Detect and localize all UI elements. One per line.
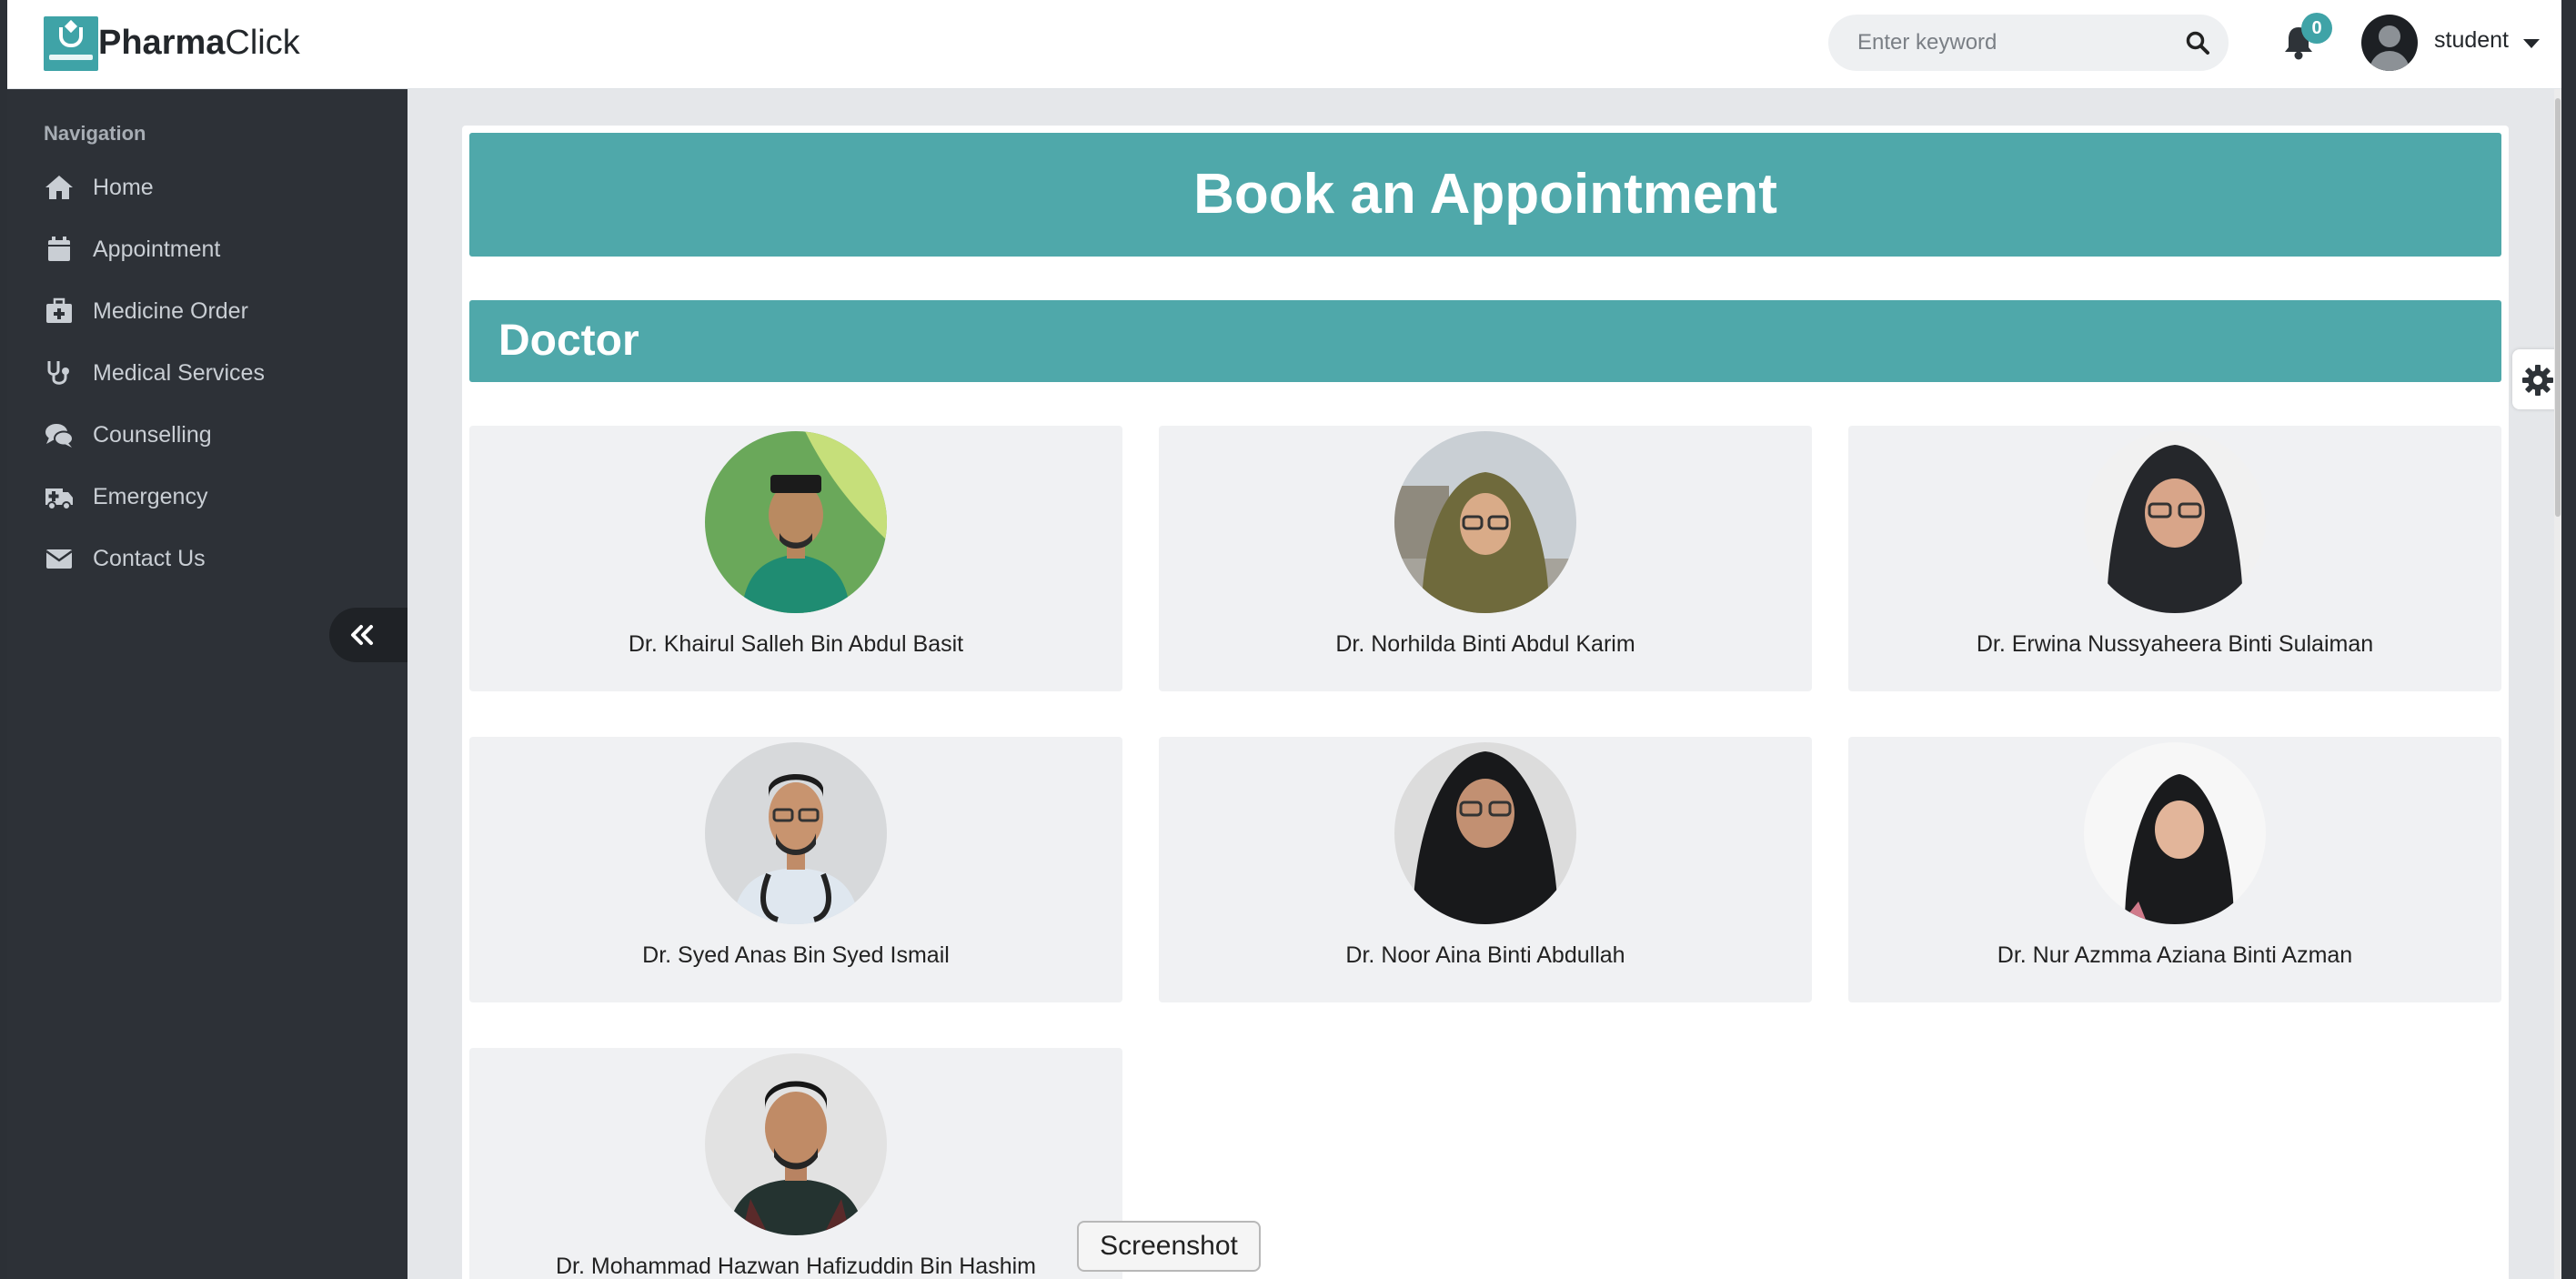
gear-icon <box>2522 365 2553 396</box>
doctor-photo[interactable] <box>1394 431 1576 613</box>
doctor-name: Dr. Syed Anas Bin Syed Ismail <box>642 942 950 968</box>
brand-name-bold: Pharma <box>98 24 226 62</box>
doctor-photo[interactable] <box>2084 431 2266 613</box>
sidebar-item-emergency[interactable]: Emergency <box>7 468 408 526</box>
avatar[interactable] <box>2361 15 2418 71</box>
doctor-name: Dr. Norhilda Binti Abdul Karim <box>1335 631 1635 657</box>
page-scrollbar[interactable] <box>2554 89 2561 1279</box>
doctor-photo[interactable] <box>705 742 887 924</box>
double-chevron-left-icon <box>351 625 373 645</box>
doctor-photo[interactable] <box>2084 742 2266 924</box>
doctor-card[interactable]: Dr. Syed Anas Bin Syed Ismail <box>469 737 1122 1002</box>
doctor-photo[interactable] <box>705 431 887 613</box>
sidebar-item-label: Counselling <box>93 421 212 448</box>
search-box <box>1828 15 2229 71</box>
sidebar-item-appointment[interactable]: Appointment <box>7 220 408 278</box>
stethoscope-icon <box>47 361 69 385</box>
sidebar: Navigation Home Appointment Medicine Ord… <box>7 89 408 1279</box>
doctor-card[interactable]: Dr. Khairul Salleh Bin Abdul Basit <box>469 426 1122 691</box>
doctor-card[interactable]: Dr. Mohammad Hazwan Hafizuddin Bin Hashi… <box>469 1048 1122 1279</box>
doctor-card[interactable]: Dr. Erwina Nussyaheera Binti Sulaiman <box>1848 426 2501 691</box>
home-icon <box>45 176 73 199</box>
sidebar-collapse-button[interactable] <box>329 608 408 662</box>
sidebar-item-label: Emergency <box>93 483 208 509</box>
user-menu-name[interactable]: student <box>2434 27 2509 54</box>
doctor-card[interactable]: Dr. Nur Azmma Aziana Binti Azman <box>1848 737 2501 1002</box>
doctor-card[interactable]: Dr. Norhilda Binti Abdul Karim <box>1159 426 1812 691</box>
brand-name-rest: Click <box>225 24 300 62</box>
top-header: PharmaClick 0 student <box>7 0 2561 89</box>
sidebar-item-counselling[interactable]: Counselling <box>7 406 408 464</box>
doctor-name: Dr. Mohammad Hazwan Hafizuddin Bin Hashi… <box>556 1254 1036 1279</box>
scrollbar-thumb[interactable] <box>2555 98 2561 517</box>
medical-kit-icon <box>46 297 72 323</box>
chat-icon <box>45 424 74 448</box>
sidebar-item-home[interactable]: Home <box>7 158 408 217</box>
notification-badge[interactable]: 0 <box>2301 13 2332 44</box>
doctor-name: Dr. Nur Azmma Aziana Binti Azman <box>1997 942 2353 968</box>
main-content: Book an Appointment Doctor Dr. Khairul S… <box>462 126 2509 1279</box>
screenshot-button[interactable]: Screenshot <box>1077 1221 1261 1272</box>
sidebar-item-label: Medical Services <box>93 359 265 386</box>
nav-heading: Navigation <box>44 122 146 145</box>
sidebar-item-contact-us[interactable]: Contact Us <box>7 529 408 588</box>
search-input[interactable] <box>1857 25 2167 60</box>
doctor-name: Dr. Khairul Salleh Bin Abdul Basit <box>628 631 964 657</box>
ambulance-icon <box>45 488 73 510</box>
envelope-icon <box>45 549 73 569</box>
doctor-name: Dr. Noor Aina Binti Abdullah <box>1345 942 1625 968</box>
page-title: Book an Appointment <box>469 133 2501 257</box>
doctor-photo[interactable] <box>1394 742 1576 924</box>
brand-name[interactable]: PharmaClick <box>98 22 300 64</box>
doctor-photo[interactable] <box>705 1053 887 1235</box>
sidebar-item-medicine-order[interactable]: Medicine Order <box>7 282 408 340</box>
chevron-down-icon[interactable] <box>2523 39 2540 48</box>
search-icon[interactable] <box>2185 30 2210 55</box>
calendar-icon <box>48 237 70 261</box>
sidebar-item-label: Appointment <box>93 236 221 262</box>
sidebar-item-medical-services[interactable]: Medical Services <box>7 344 408 402</box>
app-window: PharmaClick 0 student Navigation Home <box>7 0 2561 1279</box>
sidebar-item-label: Home <box>93 174 154 200</box>
doctor-name: Dr. Erwina Nussyaheera Binti Sulaiman <box>1976 631 2374 657</box>
brand-logo[interactable] <box>44 16 98 71</box>
sidebar-item-label: Medicine Order <box>93 297 248 324</box>
doctor-card[interactable]: Dr. Noor Aina Binti Abdullah <box>1159 737 1812 1002</box>
section-title-doctor: Doctor <box>469 300 2501 382</box>
sidebar-item-label: Contact Us <box>93 545 206 571</box>
